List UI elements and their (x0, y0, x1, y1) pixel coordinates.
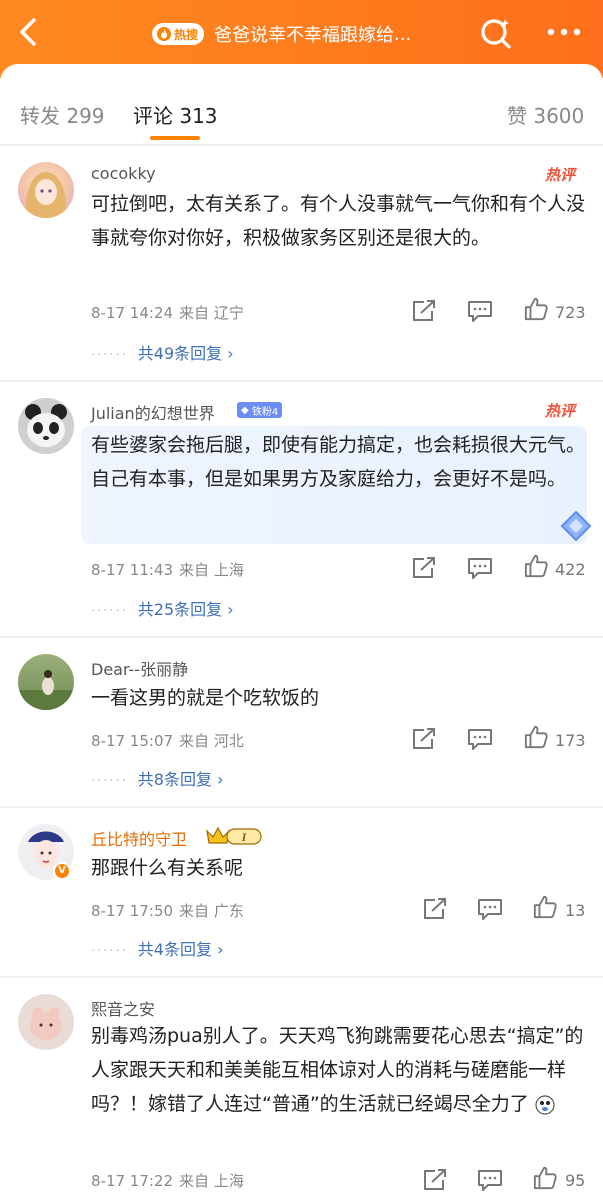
username[interactable]: cocokky (91, 164, 156, 183)
topic-ellipsis: ... (394, 23, 412, 45)
avatar-image (30, 1007, 62, 1040)
emoji-icon (535, 1094, 555, 1115)
like-icon[interactable] (531, 895, 559, 919)
hot-topic-title[interactable]: 热搜 爸爸说幸不幸福跟嫁给 ... (152, 20, 438, 48)
comment-icon[interactable] (476, 897, 504, 921)
comment-date: 8-17 15:07 (91, 732, 174, 750)
more-icon[interactable] (544, 22, 584, 42)
comment-meta: 8-17 11:43 来自 上海 (91, 559, 244, 580)
verified-icon: V (53, 862, 71, 880)
share-icon[interactable] (421, 897, 449, 921)
like-icon[interactable] (522, 725, 550, 749)
active-tab-indicator (150, 136, 200, 140)
avatar-image (18, 670, 74, 710)
avatar-image (25, 172, 67, 218)
comment-location: 来自 上海 (179, 561, 244, 579)
view-replies-link[interactable]: ······ 共8条回复 › (91, 766, 223, 790)
comment-icon[interactable] (466, 556, 494, 580)
panda-avatar-image (18, 398, 74, 454)
comment-meta: 8-17 15:07 来自 河北 (91, 730, 244, 751)
username[interactable]: Dear--张丽静 (91, 656, 188, 680)
comment-item: V 丘比特的守卫 I 那跟什么有关系呢 8-17 17:50 来自 广东 13 ·… (0, 808, 603, 978)
diamond-icon: ◆ (241, 404, 249, 416)
fan-level-badge: ◆ 铁粉4 (237, 402, 283, 418)
comment-date: 8-17 11:43 (91, 561, 174, 579)
flame-icon (157, 27, 171, 41)
dots-decoration: ······ (91, 604, 128, 619)
like-count: 173 (555, 731, 586, 750)
hot-comment-tag: 热评 (544, 166, 575, 184)
tab-like[interactable]: 赞 3600 (507, 100, 584, 129)
replies-count: 共4条回复 › (137, 940, 224, 959)
like-icon[interactable] (522, 297, 550, 321)
comment-item: cocokky 热评 可拉倒吧，太有关系了。有个人没事就气一气你和有个人没事就夸… (0, 146, 603, 382)
comment-location: 来自 辽宁 (179, 304, 244, 322)
hot-search-badge: 热搜 (152, 23, 205, 45)
avatar[interactable] (18, 162, 74, 218)
hot-comment-tag: 热评 (544, 402, 575, 420)
view-replies-link[interactable]: ······ 共49条回复 › (91, 340, 234, 364)
comment-date: 8-17 17:50 (91, 902, 174, 920)
back-icon[interactable] (14, 16, 44, 48)
username[interactable]: 熙音之安 (91, 996, 155, 1020)
comment-text: 一看这男的就是个吃软饭的 (91, 687, 320, 709)
share-icon[interactable] (410, 299, 438, 323)
vip-crown-badge-icon: I (206, 826, 262, 845)
comment-icon[interactable] (476, 1168, 504, 1192)
like-count: 422 (555, 560, 586, 579)
comment-date: 8-17 14:24 (91, 304, 174, 322)
comment-location: 来自 河北 (179, 732, 244, 750)
search-icon[interactable] (479, 16, 513, 50)
like-icon[interactable] (522, 554, 550, 578)
tab-comment[interactable]: 评论 313 (133, 100, 218, 129)
dots-decoration: ······ (91, 774, 128, 789)
replies-count: 共8条回复 › (137, 770, 224, 789)
replies-count: 共25条回复 › (137, 600, 234, 619)
dots-decoration: ······ (91, 944, 128, 959)
comment-text: 可拉倒吧，太有关系了。有个人没事就气一气你和有个人没事就夸你对你好，积极做家务区… (91, 193, 586, 249)
share-icon[interactable] (410, 556, 438, 580)
comment-item: 熙音之安 别毒鸡汤pua别人了。天天鸡飞狗跳需要花心思去“搞定”的人家跟天天和和… (0, 978, 603, 1200)
avatar[interactable] (18, 994, 74, 1050)
comment-icon[interactable] (466, 727, 494, 751)
like-icon[interactable] (531, 1166, 559, 1190)
view-replies-link[interactable]: ······ 共25条回复 › (91, 596, 234, 620)
comment-text: 别毒鸡汤pua别人了。天天鸡飞狗跳需要花心思去“搞定”的人家跟天天和和美美能互相… (91, 1019, 591, 1121)
comment-meta: 8-17 17:22 来自 上海 (91, 1170, 244, 1191)
fan-badge-label: 铁粉4 (251, 406, 279, 418)
like-count: 95 (565, 1171, 586, 1190)
like-count: 723 (555, 303, 586, 322)
topic-title: 爸爸说幸不幸福跟嫁给 (214, 25, 395, 46)
username[interactable]: 丘比特的守卫 (91, 826, 187, 850)
comment-item: Dear--张丽静 一看这男的就是个吃软饭的 8-17 15:07 来自 河北 1… (0, 638, 603, 808)
view-replies-link[interactable]: ······ 共4条回复 › (91, 936, 223, 960)
share-icon[interactable] (410, 727, 438, 751)
comment-location: 来自 上海 (179, 1172, 244, 1190)
comment-item: Julian的幻想世界 ◆ 铁粉4 热评 有些婆家会拖后腿，即使有能力搞定，也会… (0, 382, 603, 638)
comment-location: 来自 广东 (179, 902, 244, 920)
comment-meta: 8-17 17:50 来自 广东 (91, 900, 244, 921)
share-icon[interactable] (421, 1168, 449, 1192)
diamond-sticker-icon (560, 510, 592, 542)
like-count: 13 (565, 901, 586, 920)
comment-icon[interactable] (466, 299, 494, 323)
comment-text: 有些婆家会拖后腿，即使有能力搞定，也会耗损很大元气。自己有本事，但是如果男方及家… (91, 434, 586, 490)
comment-text: 那跟什么有关系呢 (91, 857, 244, 879)
tab-bar: 转发 299 评论 313 赞 3600 (0, 84, 603, 144)
comment-text-content: 别毒鸡汤pua别人了。天天鸡飞狗跳需要花心思去“搞定”的人家跟天天和和美美能互相… (91, 1025, 584, 1115)
tab-forward[interactable]: 转发 299 (20, 100, 105, 129)
avatar[interactable] (18, 654, 74, 710)
hot-badge-label: 热搜 (174, 27, 199, 42)
comment-meta: 8-17 14:24 来自 辽宁 (91, 302, 244, 323)
dots-decoration: ······ (91, 348, 128, 363)
replies-count: 共49条回复 › (137, 344, 234, 363)
avatar[interactable] (18, 398, 74, 454)
username[interactable]: Julian的幻想世界 (91, 400, 215, 424)
comment-date: 8-17 17:22 (91, 1172, 174, 1190)
